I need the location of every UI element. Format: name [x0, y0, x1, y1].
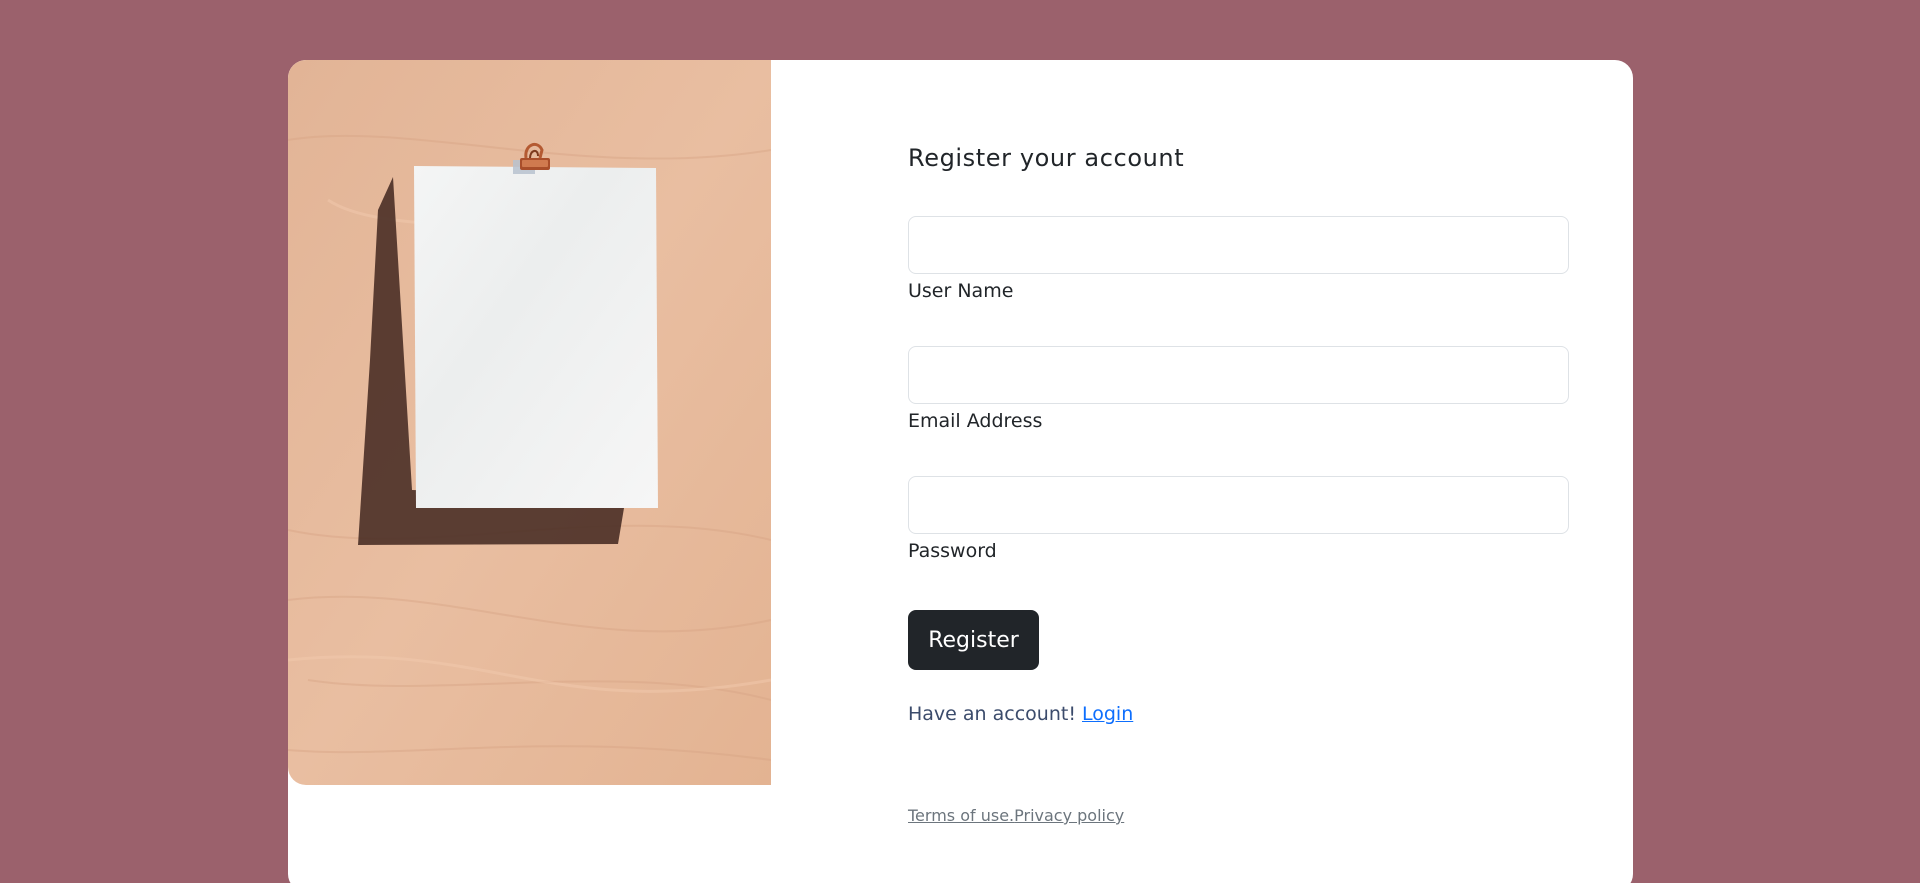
- privacy-policy-link[interactable]: Privacy policy: [1014, 806, 1124, 825]
- password-label: Password: [908, 540, 997, 562]
- login-link[interactable]: Login: [1082, 703, 1133, 725]
- login-prompt: Have an account! Login: [908, 703, 1133, 725]
- email-input[interactable]: [908, 346, 1569, 404]
- register-card: Register your account User Name Email Ad…: [288, 60, 1633, 892]
- register-form: Register your account User Name Email Ad…: [908, 60, 1633, 892]
- email-label: Email Address: [908, 410, 1043, 432]
- have-account-text: Have an account!: [908, 703, 1076, 725]
- password-input[interactable]: [908, 476, 1569, 534]
- form-title: Register your account: [908, 144, 1185, 172]
- register-button[interactable]: Register: [908, 610, 1039, 670]
- terms-of-use-link[interactable]: Terms of use.: [908, 806, 1014, 825]
- paper-clip-photo: [288, 60, 771, 785]
- username-label: User Name: [908, 280, 1014, 302]
- username-input[interactable]: [908, 216, 1569, 274]
- footer-links: Terms of use.Privacy policy: [908, 806, 1124, 825]
